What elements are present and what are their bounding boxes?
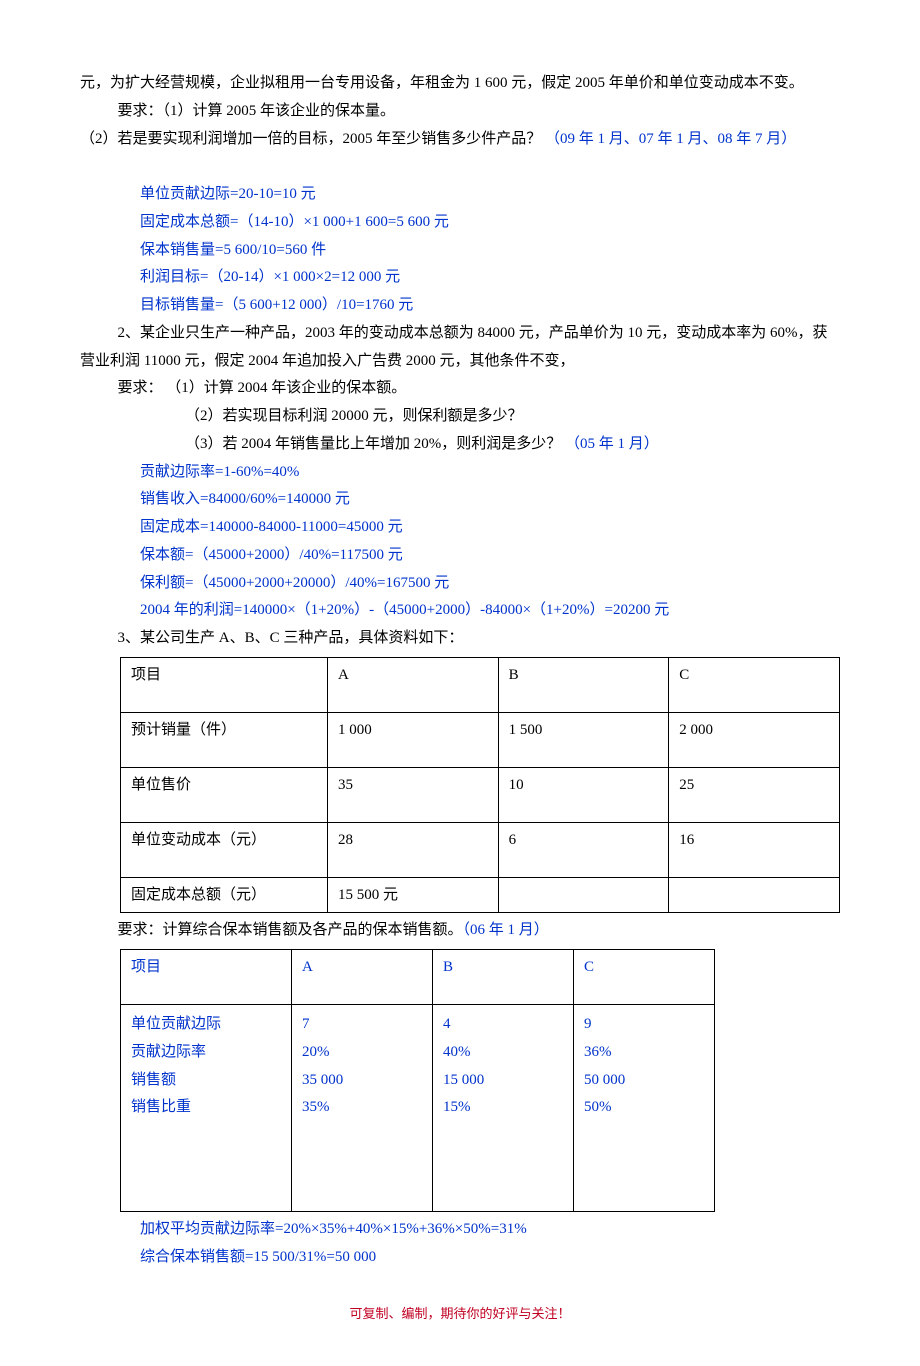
requirement: 要求： （1）计算 2004 年该企业的保本额。 (80, 375, 840, 403)
table-hdr: C (574, 950, 715, 1005)
table-cell: 10 (498, 767, 669, 822)
question-3: 3、某公司生产 A、B、C 三种产品，具体资料如下： (80, 625, 840, 653)
table-cell: 25 (669, 767, 840, 822)
table-hdr: A (327, 657, 498, 712)
cell-val: 15 000 (443, 1067, 563, 1095)
table-cell: 35 (327, 767, 498, 822)
cell-val: 4 (443, 1011, 563, 1039)
answer-line: 保利额=（45000+2000+20000）/40%=167500 元 (80, 570, 840, 598)
table-cell: 1 500 (498, 712, 669, 767)
table-hdr: 项目 (121, 950, 292, 1005)
table-hdr: A (292, 950, 433, 1005)
cell-val: 40% (443, 1039, 563, 1067)
cell-val: 35% (302, 1094, 422, 1122)
req-text: 要求：计算综合保本销售额及各产品的保本销售额。 (118, 922, 463, 938)
requirement: 要求：计算综合保本销售额及各产品的保本销售额。（06 年 1 月） (80, 917, 840, 945)
answer-line: 利润目标=（20-14）×1 000×2=12 000 元 (80, 264, 840, 292)
answer-line: 固定成本总额=（14-10）×1 000+1 600=5 600 元 (80, 209, 840, 237)
paragraph: 元，为扩大经营规模，企业拟租用一台专用设备，年租金为 1 600 元，假定 20… (80, 70, 840, 98)
exam-date: （05 年 1 月） (565, 436, 659, 452)
cell-val: 35 000 (302, 1067, 422, 1095)
cell-val: 36% (584, 1039, 704, 1067)
table-hdr: 项目 (121, 657, 328, 712)
row-label: 单位贡献边际 (131, 1011, 281, 1039)
answer-line: 2004 年的利润=140000×（1+20%）-（45000+2000）-84… (80, 597, 840, 625)
answer-line: 销售收入=84000/60%=140000 元 (80, 486, 840, 514)
table-cell: 单位售价 (121, 767, 328, 822)
table-cell: 16 (669, 822, 840, 877)
question-2: 2、某企业只生产一种产品，2003 年的变动成本总额为 84000 元，产品单价… (80, 320, 840, 376)
table-hdr: C (669, 657, 840, 712)
answer-line: 保本额=（45000+2000）/40%=117500 元 (80, 542, 840, 570)
cell-val: 7 (302, 1011, 422, 1039)
exam-date: （06 年 1 月） (463, 922, 549, 938)
requirement: （2）若实现目标利润 20000 元，则保利额是多少？ (80, 403, 840, 431)
answer-line: 贡献边际率=1-60%=40% (80, 459, 840, 487)
exam-dates: （09 年 1 月、07 年 1 月、08 年 7 月） (545, 131, 796, 147)
requirement-2: （2）若是要实现利润增加一倍的目标，2005 年至少销售多少件产品？ （09 年… (80, 126, 840, 154)
cell-val: 50 000 (584, 1067, 704, 1095)
table-cell: 1 000 (327, 712, 498, 767)
cell-val: 20% (302, 1039, 422, 1067)
table-cell (498, 877, 669, 913)
answer-line: 单位贡献边际=20-10=10 元 (80, 181, 840, 209)
req-text: （2）若是要实现利润增加一倍的目标，2005 年至少销售多少件产品？ (80, 131, 545, 147)
table-cell: 28 (327, 822, 498, 877)
row-label: 贡献边际率 (131, 1039, 281, 1067)
data-table-1: 项目 A B C 预计销量（件） 1 000 1 500 2 000 单位售价 … (120, 657, 840, 914)
requirement-1: 要求：（1）计算 2005 年该企业的保本量。 (80, 98, 840, 126)
table-cell: 7 20% 35 000 35% (292, 1005, 433, 1212)
table-hdr: B (498, 657, 669, 712)
row-label: 销售比重 (131, 1094, 281, 1122)
req-text: （3）若 2004 年销售量比上年增加 20%，则利润是多少？ (185, 436, 565, 452)
answer-line: 加权平均贡献边际率=20%×35%+40%×15%+36%×50%=31% (80, 1216, 840, 1244)
table-cell: 9 36% 50 000 50% (574, 1005, 715, 1212)
footer-text: 可复制、编制，期待你的好评与关注！ (80, 1302, 840, 1326)
table-cell: 4 40% 15 000 15% (433, 1005, 574, 1212)
table-cell: 2 000 (669, 712, 840, 767)
table-hdr: B (433, 950, 574, 1005)
answer-line: 综合保本销售额=15 500/31%=50 000 (80, 1244, 840, 1272)
answer-line: 保本销售量=5 600/10=560 件 (80, 237, 840, 265)
cell-val: 15% (443, 1094, 563, 1122)
table-cell (669, 877, 840, 913)
table-cell: 预计销量（件） (121, 712, 328, 767)
cell-val: 9 (584, 1011, 704, 1039)
table-cell: 15 500 元 (327, 877, 498, 913)
requirement: （3）若 2004 年销售量比上年增加 20%，则利润是多少？ （05 年 1 … (80, 431, 840, 459)
table-cell: 单位贡献边际 贡献边际率 销售额 销售比重 (121, 1005, 292, 1212)
answer-line: 固定成本=140000-84000-11000=45000 元 (80, 514, 840, 542)
answer-table: 项目 A B C 单位贡献边际 贡献边际率 销售额 销售比重 7 20% 35 … (120, 949, 715, 1212)
row-label: 销售额 (131, 1067, 281, 1095)
answer-line: 目标销售量=（5 600+12 000）/10=1760 元 (80, 292, 840, 320)
table-cell: 6 (498, 822, 669, 877)
cell-val: 50% (584, 1094, 704, 1122)
table-cell: 单位变动成本（元） (121, 822, 328, 877)
table-cell: 固定成本总额（元） (121, 877, 328, 913)
